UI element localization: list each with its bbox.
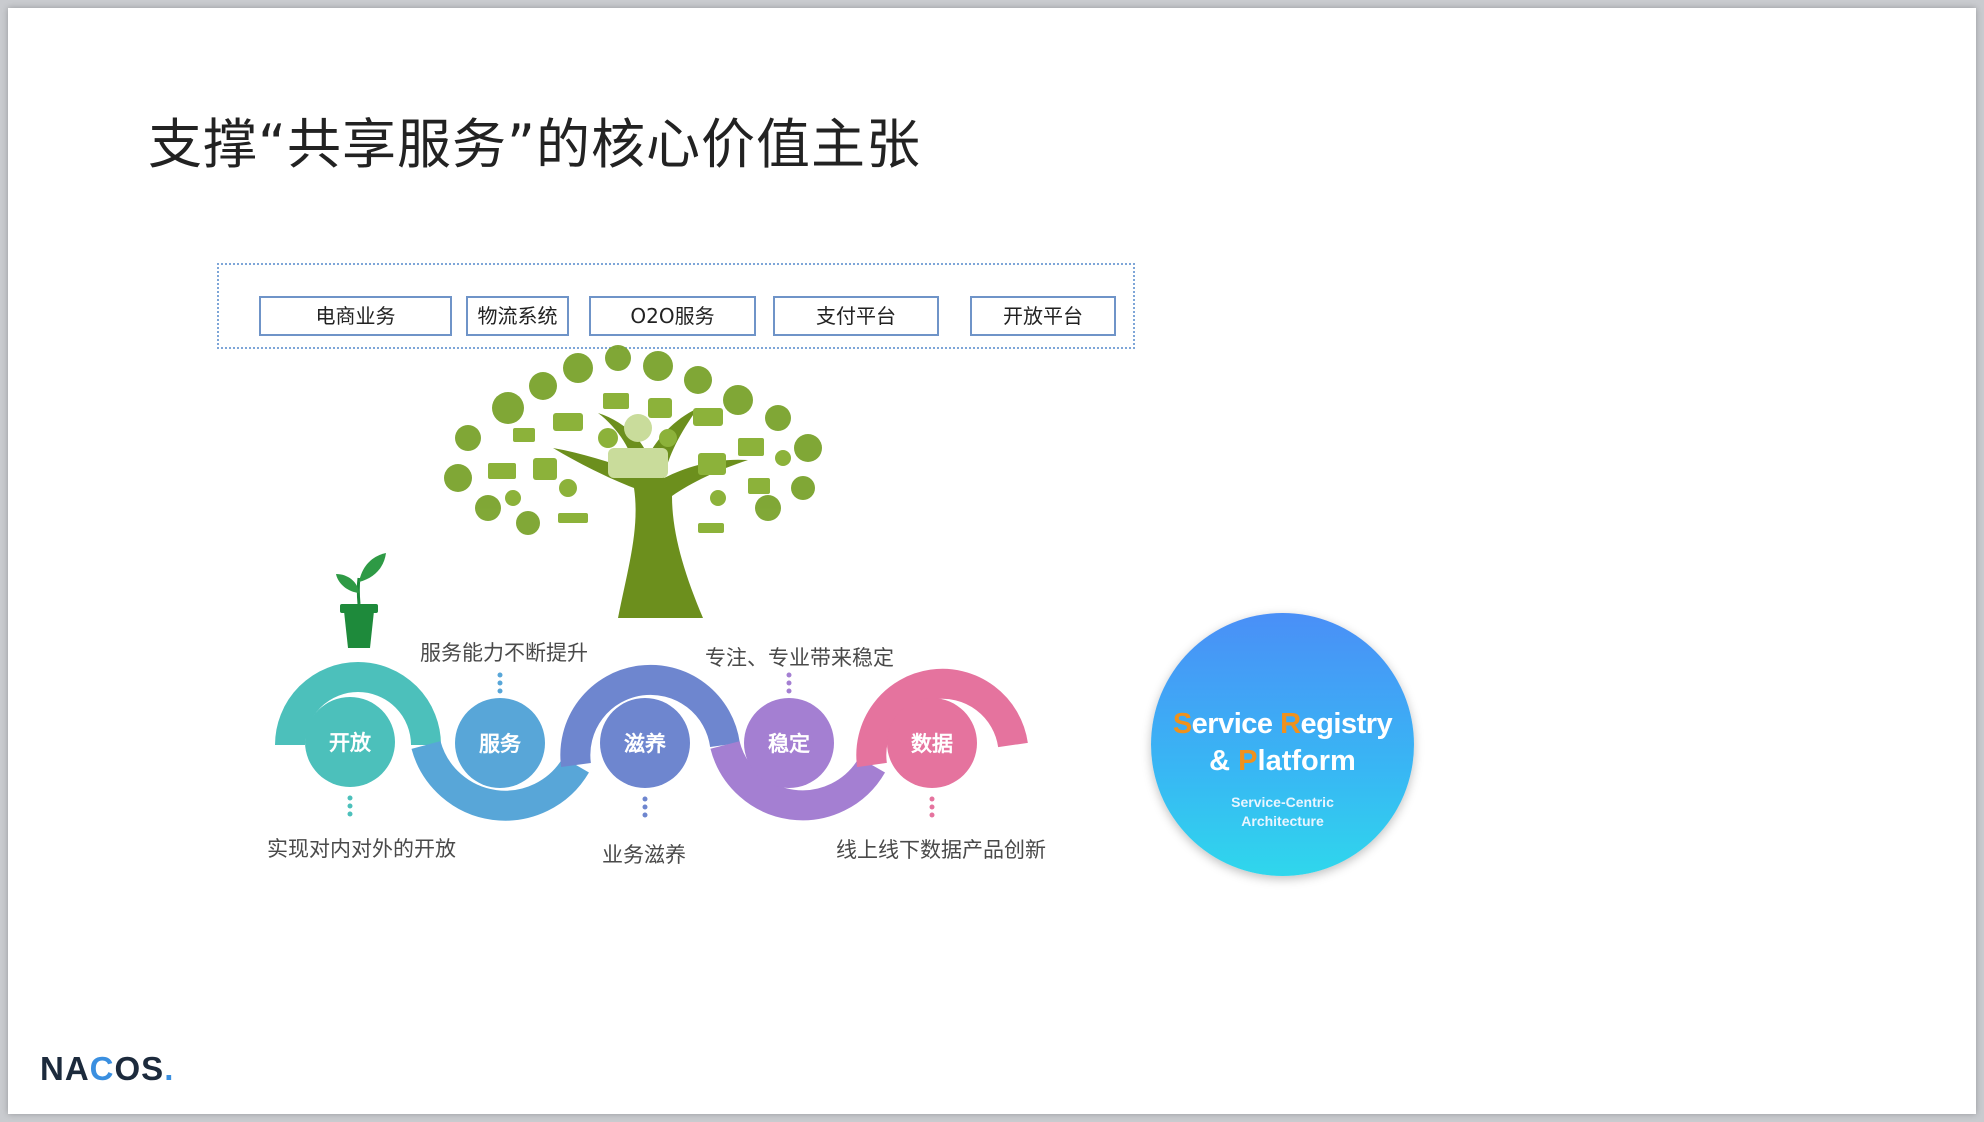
caption-service: 服务能力不断提升 xyxy=(420,641,588,665)
registry-title-line1: Service Registry xyxy=(1172,708,1393,740)
stage-open: 开放 xyxy=(305,697,395,787)
seedling-pot-icon xyxy=(336,553,386,648)
nacos-logo: NACOS. xyxy=(40,1050,175,1087)
stage-nourish: 滋养 xyxy=(600,698,690,788)
stage-nourish-label: 滋养 xyxy=(624,732,666,756)
stage-stable: 稳定 xyxy=(744,698,834,788)
stage-data: 数据 xyxy=(887,698,977,788)
caption-stable: 专注、专业带来稳定 xyxy=(705,646,894,670)
stage-open-label: 开放 xyxy=(329,731,372,755)
service-registry-badge: Service Registry & Platform Service-Cent… xyxy=(1151,613,1414,876)
slide: 支撑“共享服务”的核心价值主张 电商业务 物流系统 O2O服务 支付平台 开放平… xyxy=(8,8,1976,1114)
registry-title-line2: & Platform xyxy=(1209,745,1356,777)
caption-nourish: 业务滋养 xyxy=(602,843,686,867)
caption-data: 线上线下数据产品创新 xyxy=(836,838,1046,862)
stage-service: 服务 xyxy=(455,698,545,788)
registry-subtitle: Service-Centric Architecture xyxy=(1231,794,1334,829)
value-diagram: 开放 服务 滋养 稳定 数据 xyxy=(275,345,1028,821)
caption-open: 实现对内对外的开放 xyxy=(267,837,456,861)
stage-service-label: 服务 xyxy=(479,732,522,756)
tree-icon xyxy=(444,345,822,618)
stage-data-label: 数据 xyxy=(911,732,953,756)
stage-stable-label: 稳定 xyxy=(768,732,810,756)
